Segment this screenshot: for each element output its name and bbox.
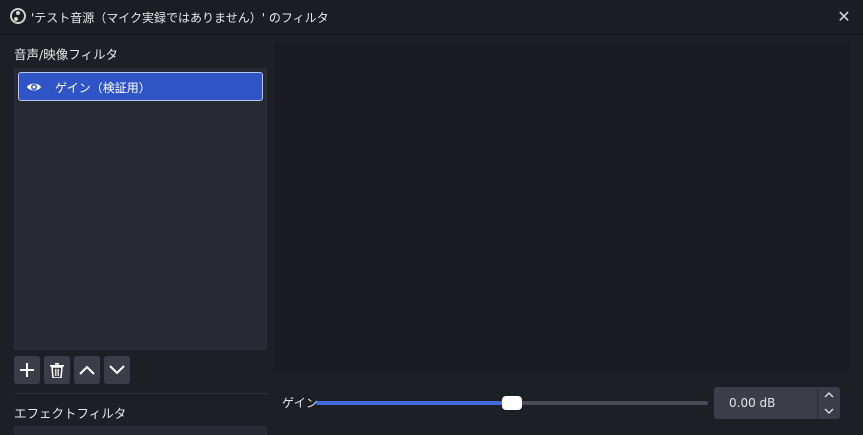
chevron-up-icon (79, 365, 95, 375)
av-filter-list[interactable]: ゲイン（検証用） (14, 68, 267, 350)
gain-value[interactable]: 0.00 dB (729, 396, 775, 410)
window-title: 'テスト音源（マイク実録ではありません）' のフィルタ (31, 11, 329, 25)
gain-slider-fill (316, 401, 512, 405)
gain-spinbox[interactable]: 0.00 dB (714, 387, 840, 419)
chevron-down-icon (109, 365, 125, 375)
effect-filter-list[interactable] (14, 426, 267, 435)
add-filter-button[interactable] (14, 356, 40, 384)
list-item[interactable]: ゲイン（検証用） (18, 72, 263, 101)
move-up-button[interactable] (74, 356, 100, 384)
spin-up-button[interactable] (818, 387, 840, 403)
trash-icon (50, 362, 64, 378)
effect-filters-label: エフェクトフィルタ (14, 406, 127, 421)
gain-slider[interactable] (316, 396, 708, 410)
spin-down-button[interactable] (818, 403, 840, 419)
move-down-button[interactable] (104, 356, 130, 384)
eye-icon[interactable] (26, 79, 42, 95)
chevron-down-icon (824, 408, 834, 414)
gain-slider-handle[interactable] (502, 396, 522, 410)
av-filters-label: 音声/映像フィルタ (14, 47, 118, 62)
preview-area (274, 42, 850, 372)
obs-logo-icon (10, 8, 26, 24)
filter-item-label: ゲイン（検証用） (55, 81, 151, 95)
section-divider (14, 393, 267, 394)
remove-filter-button[interactable] (44, 356, 70, 384)
chevron-up-icon (824, 392, 834, 398)
close-button[interactable]: ✕ (833, 6, 855, 28)
gain-label: ゲイン (282, 396, 318, 410)
title-bar: 'テスト音源（マイク実録ではありません）' のフィルタ ✕ (0, 0, 863, 35)
plus-icon (20, 363, 34, 377)
